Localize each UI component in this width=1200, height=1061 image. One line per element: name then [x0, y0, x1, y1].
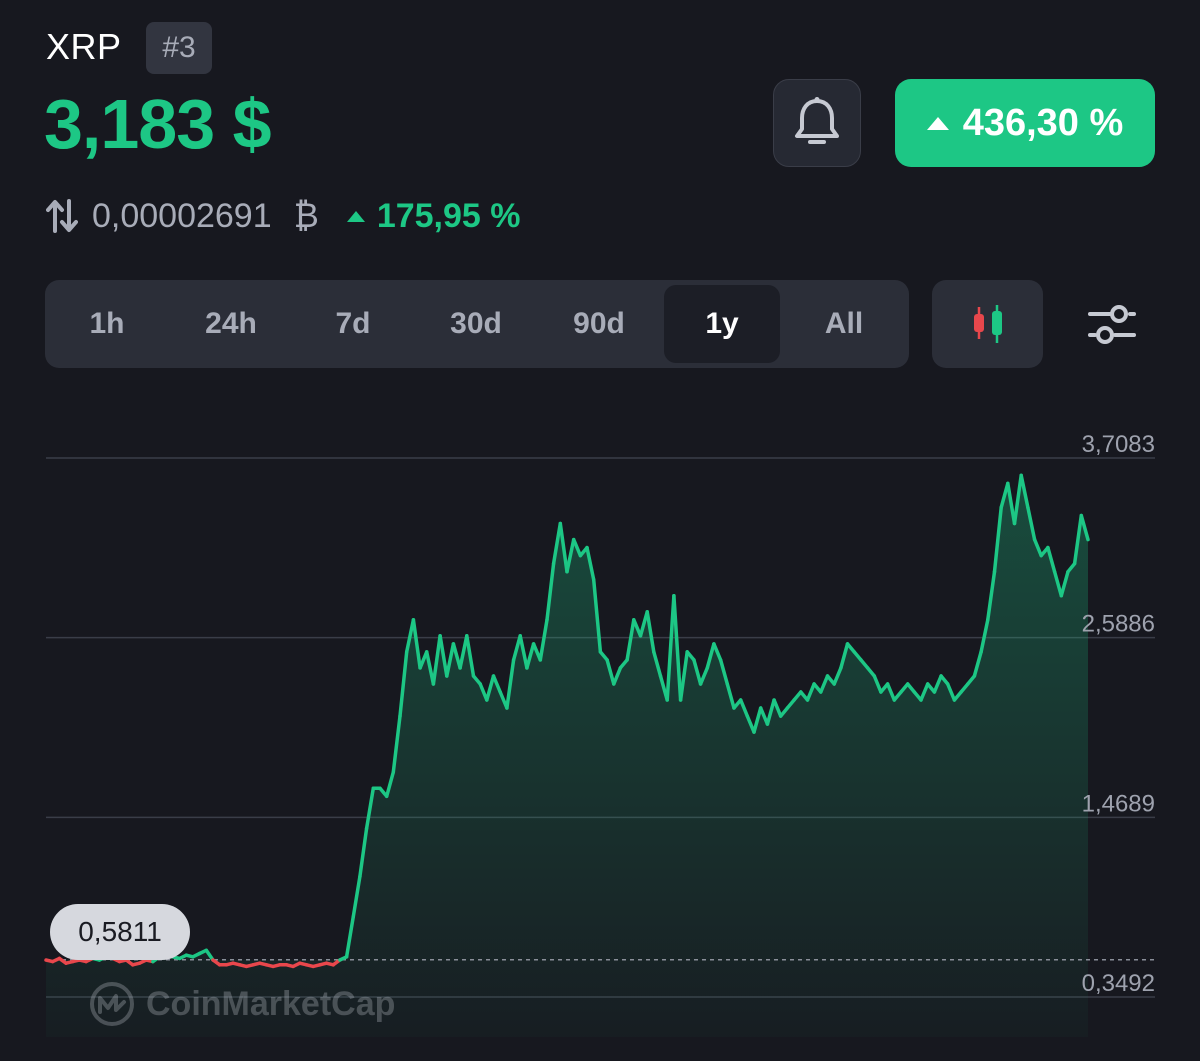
price-chart[interactable]: 3,7083 2,5886 1,4689 0,3492	[0, 400, 1200, 1061]
price-change-badge: 436,30 %	[895, 79, 1155, 167]
arrow-up-icon	[926, 116, 949, 130]
range-tab-1h[interactable]: 1h	[52, 280, 162, 368]
btc-price-row: 0,00002691 ₿ 175,95 %	[46, 192, 520, 240]
coin-name: XRP	[46, 26, 122, 67]
range-tab-7d[interactable]: 7d	[298, 280, 408, 368]
btc-change-value: 175,95 %	[376, 196, 521, 235]
price-change-value: 436,30 %	[962, 101, 1124, 144]
chart-settings-button[interactable]	[1080, 290, 1144, 358]
btc-price-value: 0,00002691	[92, 196, 272, 235]
y-tick-label: 2,5886	[1082, 611, 1155, 638]
arrow-up-icon	[346, 210, 365, 222]
range-tab-90d[interactable]: 90d	[544, 280, 654, 368]
bell-icon	[795, 97, 839, 144]
range-tab-24h[interactable]: 24h	[176, 280, 286, 368]
y-tick-label: 0,3492	[1082, 970, 1155, 997]
price-alert-button[interactable]	[773, 79, 861, 167]
range-tab-all[interactable]: All	[789, 280, 899, 368]
btc-symbol: ₿	[293, 196, 319, 235]
swap-arrows-icon[interactable]	[46, 199, 78, 233]
chart-type-button[interactable]	[932, 280, 1043, 368]
coinmarketcap-watermark: CoinMarketCap	[88, 980, 395, 1028]
candlestick-icon	[973, 305, 1002, 343]
sliders-icon	[1088, 305, 1136, 344]
time-range-selector: 1h 24h 7d 30d 90d 1y All	[45, 280, 909, 368]
range-tab-1y[interactable]: 1y	[664, 285, 780, 363]
start-price-bubble: 0,5811	[50, 904, 190, 960]
rank-badge: #3	[146, 22, 212, 74]
coinmarketcap-logo-icon	[90, 982, 134, 1026]
y-tick-label: 1,4689	[1082, 790, 1155, 817]
range-tab-30d[interactable]: 30d	[421, 280, 531, 368]
y-tick-label: 3,7083	[1082, 431, 1155, 458]
price-value: 3,183 $	[44, 85, 272, 163]
